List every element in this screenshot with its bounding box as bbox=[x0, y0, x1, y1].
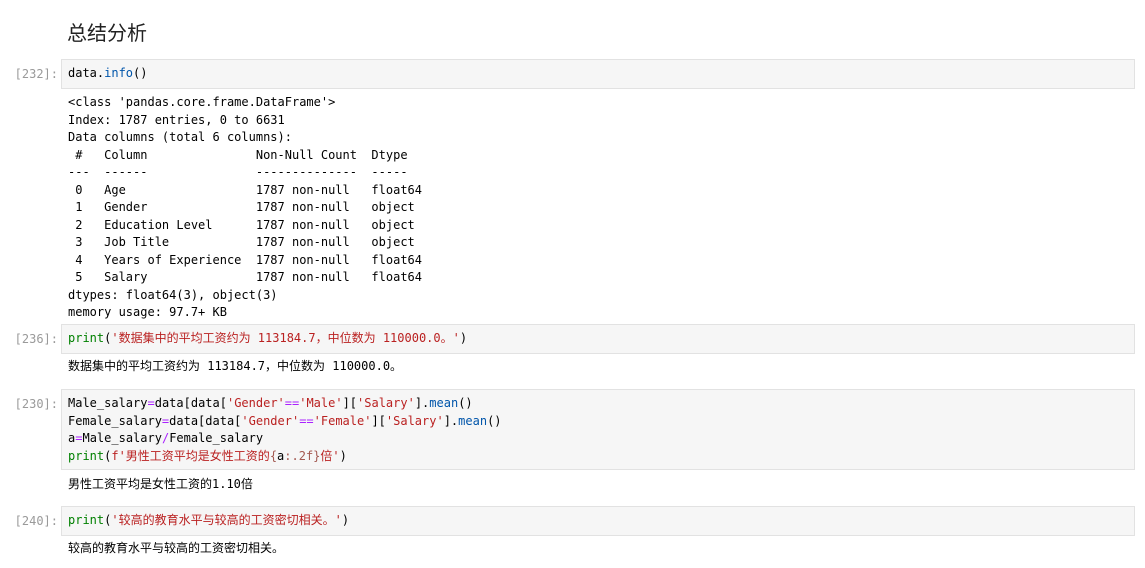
output-240: 较高的教育水平与较高的工资密切相关。 bbox=[68, 541, 285, 555]
cell-prompt-230: [230]: bbox=[14, 397, 58, 411]
cell-prompt-240: [240]: bbox=[14, 514, 58, 528]
output-line: 4 Years of Experience 1787 non-null floa… bbox=[68, 252, 423, 267]
code-token: ]. bbox=[414, 396, 430, 410]
output-236: 数据集中的平均工资约为 113184.7，中位数为 110000.0。 bbox=[68, 359, 403, 373]
section-heading: 总结分析 bbox=[67, 21, 147, 45]
output-line: 2 Education Level 1787 non-null object bbox=[68, 217, 423, 232]
code-token: Male_salary bbox=[68, 396, 148, 410]
output-line: 1 Gender 1787 non-null object bbox=[68, 200, 423, 214]
code-token: 'Gender' bbox=[241, 413, 300, 428]
code-token: 'Male' bbox=[299, 396, 343, 410]
code-token: '较高的教育水平与较高的工资密切相关。' bbox=[111, 513, 342, 527]
code-token: == bbox=[299, 413, 314, 428]
output-line: 3 Job Title 1787 non-null object bbox=[68, 235, 423, 249]
code-token: Female_salary bbox=[169, 431, 264, 445]
output-line: --- ------ -------------- ----- bbox=[68, 165, 423, 179]
code-token: 'Gender' bbox=[226, 396, 285, 410]
code-token: :.2f} bbox=[284, 448, 321, 463]
code-token: print bbox=[68, 448, 105, 463]
output-line: Data columns (total 6 columns): bbox=[68, 130, 292, 144]
output-line: <class 'pandas.core.frame.DataFrame'> bbox=[68, 95, 336, 109]
code-token: 'Salary' bbox=[385, 413, 444, 428]
code-line: a=Male_salary/Female_salary bbox=[68, 430, 1128, 448]
output-line: # Column Non-Null Count Dtype bbox=[68, 147, 423, 162]
code-token: '数据集中的平均工资约为 113184.7，中位数为 110000.0。' bbox=[111, 331, 460, 345]
code-token: Female_salary bbox=[68, 413, 162, 428]
cell-prompt-236: [236]: bbox=[14, 332, 58, 346]
output-line: Index: 1787 entries, 0 to 6631 bbox=[68, 112, 285, 127]
code-token: ][ bbox=[371, 413, 386, 428]
code-token: () bbox=[458, 396, 473, 410]
output-line: 0 Age 1787 non-null float64 bbox=[68, 182, 423, 197]
code-token: 'Salary' bbox=[357, 396, 415, 410]
code-token: 'Female' bbox=[313, 413, 372, 428]
code-token: ) bbox=[459, 331, 468, 345]
code-token: data[data[ bbox=[154, 396, 227, 410]
code-token: == bbox=[284, 396, 300, 410]
code-cell-232[interactable]: data.info() bbox=[61, 59, 1135, 89]
cell-prompt-232: [232]: bbox=[14, 67, 58, 81]
code-token: 倍' bbox=[320, 448, 340, 463]
output-232: <class 'pandas.core.frame.DataFrame'> Ind… bbox=[68, 94, 422, 322]
code-token: f'男性工资平均是女性工资的 bbox=[111, 448, 270, 463]
code-token: = bbox=[147, 396, 155, 410]
output-line: memory usage: 97.7+ KB bbox=[68, 305, 227, 319]
code-token: ) bbox=[341, 513, 350, 527]
code-token: () bbox=[133, 66, 148, 80]
code-token: mean bbox=[429, 396, 459, 410]
code-token: { bbox=[269, 448, 278, 463]
code-token: () bbox=[487, 413, 502, 428]
code-token: data[data[ bbox=[169, 413, 242, 428]
code-token: ][ bbox=[342, 396, 358, 410]
output-230: 男性工资平均是女性工资的1.10倍 bbox=[68, 477, 253, 491]
output-line: 5 Salary 1787 non-null float64 bbox=[68, 270, 423, 284]
code-cell-230[interactable]: Male_salary=data[data['Gender'=='Male'][… bbox=[61, 389, 1135, 470]
code-token: Male_salary bbox=[82, 431, 162, 445]
code-token: mean bbox=[458, 413, 488, 428]
code-cell-240[interactable]: print('较高的教育水平与较高的工资密切相关。') bbox=[61, 506, 1135, 536]
output-line: dtypes: float64(3), object(3) bbox=[68, 287, 278, 302]
code-token: ) bbox=[339, 448, 347, 463]
code-token: data. bbox=[68, 66, 105, 80]
code-line: print(f'男性工资平均是女性工资的{a:.2f}倍') bbox=[68, 448, 1128, 466]
code-cell-236[interactable]: print('数据集中的平均工资约为 113184.7，中位数为 110000.… bbox=[61, 324, 1135, 354]
code-token: print bbox=[68, 513, 105, 527]
code-token: ]. bbox=[443, 413, 459, 428]
code-token: info bbox=[104, 66, 134, 80]
code-token: print bbox=[68, 331, 105, 345]
code-line: Male_salary=data[data['Gender'=='Male'][… bbox=[68, 395, 1128, 413]
code-line: Female_salary=data[data['Gender'=='Femal… bbox=[68, 413, 1128, 431]
